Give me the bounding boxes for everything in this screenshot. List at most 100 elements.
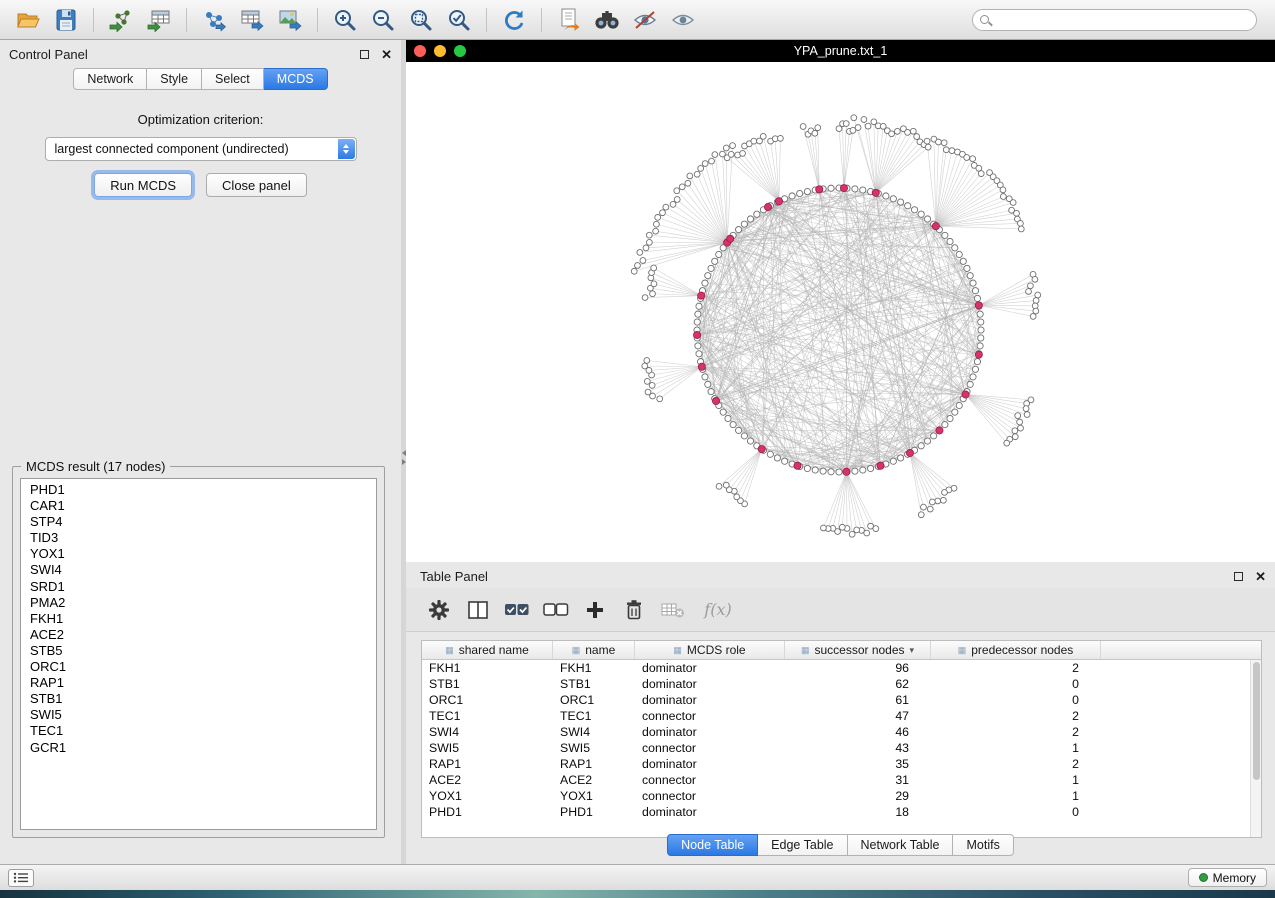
table-row[interactable]: RAP1RAP1dominator352 xyxy=(422,756,1250,772)
select-all-button[interactable] xyxy=(502,595,532,625)
save-session-button[interactable] xyxy=(48,5,84,35)
table-cell: connector xyxy=(635,789,785,803)
zoom-in-button[interactable] xyxy=(327,5,363,35)
export-image-icon xyxy=(277,8,303,32)
table-cell: 46 xyxy=(785,725,931,739)
table-row[interactable]: TEC1TEC1connector472 xyxy=(422,708,1250,724)
mcds-result-item[interactable]: ORC1 xyxy=(21,659,376,675)
table-row[interactable]: SWI4SWI4dominator462 xyxy=(422,724,1250,740)
table-panel-title: Table Panel xyxy=(420,569,488,584)
export-image-button[interactable] xyxy=(272,5,308,35)
table-tab-network-table[interactable]: Network Table xyxy=(848,834,954,856)
table-row[interactable]: PHD1PHD1dominator180 xyxy=(422,804,1250,820)
zoom-fit-icon xyxy=(408,7,434,33)
network-view[interactable] xyxy=(406,62,1275,562)
column-type-icon xyxy=(572,646,581,655)
table-cell: 2 xyxy=(931,757,1101,771)
optimization-criterion-select[interactable]: largest connected component (undirected) xyxy=(45,137,357,161)
import-network-button[interactable] xyxy=(103,5,139,35)
delete-table-button[interactable] xyxy=(658,595,688,625)
zoom-fit-button[interactable] xyxy=(403,5,439,35)
float-panel-icon[interactable] xyxy=(1234,572,1243,581)
run-mcds-button[interactable]: Run MCDS xyxy=(94,173,192,197)
mcds-result-item[interactable]: RAP1 xyxy=(21,675,376,691)
tab-style[interactable]: Style xyxy=(147,68,202,90)
table-row[interactable]: ACE2ACE2connector311 xyxy=(422,772,1250,788)
memory-button[interactable]: Memory xyxy=(1188,868,1267,887)
column-header-name[interactable]: name xyxy=(553,641,635,659)
mcds-result-item[interactable]: YOX1 xyxy=(21,546,376,562)
zoom-out-button[interactable] xyxy=(365,5,401,35)
mcds-result-item[interactable]: STB1 xyxy=(21,691,376,707)
tab-mcds[interactable]: MCDS xyxy=(264,68,328,90)
delete-column-button[interactable] xyxy=(619,595,649,625)
close-panel-button[interactable]: Close panel xyxy=(206,173,307,197)
copy-network-button[interactable] xyxy=(551,5,587,35)
mcds-result-item[interactable]: TEC1 xyxy=(21,723,376,739)
mcds-result-item[interactable]: GCR1 xyxy=(21,740,376,756)
scrollbar-thumb[interactable] xyxy=(1253,662,1260,780)
open-file-button[interactable] xyxy=(10,5,46,35)
table-tab-node-table[interactable]: Node Table xyxy=(667,834,758,856)
deselect-all-button[interactable] xyxy=(541,595,571,625)
table-settings-button[interactable] xyxy=(424,595,454,625)
float-panel-icon[interactable] xyxy=(360,50,369,59)
hide-graphics-details-button[interactable] xyxy=(627,5,663,35)
show-graphics-details-button[interactable] xyxy=(665,5,701,35)
export-table-button[interactable] xyxy=(234,5,270,35)
import-table-button[interactable] xyxy=(141,5,177,35)
table-row[interactable]: YOX1YOX1connector291 xyxy=(422,788,1250,804)
mcds-result-item[interactable]: STP4 xyxy=(21,514,376,530)
close-panel-icon[interactable]: ✕ xyxy=(381,48,392,61)
show-column-button[interactable] xyxy=(463,595,493,625)
mcds-result-item[interactable]: ACE2 xyxy=(21,627,376,643)
table-cell: 1 xyxy=(931,789,1101,803)
function-builder-button[interactable]: f(x) xyxy=(697,595,739,625)
zoom-selected-button[interactable] xyxy=(441,5,477,35)
optimization-criterion-label: Optimization criterion: xyxy=(0,112,401,127)
mcds-result-item[interactable]: STB5 xyxy=(21,643,376,659)
mcds-result-item[interactable]: FKH1 xyxy=(21,611,376,627)
columns-icon xyxy=(467,600,489,620)
control-panel-tabs: NetworkStyleSelectMCDS xyxy=(0,68,401,90)
create-column-button[interactable] xyxy=(580,595,610,625)
table-cell: 96 xyxy=(785,661,931,675)
mcds-result-item[interactable]: CAR1 xyxy=(21,498,376,514)
table-vertical-scrollbar[interactable] xyxy=(1250,660,1261,837)
column-header-shared-name[interactable]: shared name xyxy=(422,641,553,659)
column-header-predecessor-nodes[interactable]: predecessor nodes xyxy=(931,641,1101,659)
tab-select[interactable]: Select xyxy=(202,68,264,90)
copy-document-icon xyxy=(556,7,582,33)
network-window-titlebar[interactable]: YPA_prune.txt_1 xyxy=(406,40,1275,62)
refresh-view-button[interactable] xyxy=(496,5,532,35)
table-cell: 29 xyxy=(785,789,931,803)
mcds-result-item[interactable]: SWI4 xyxy=(21,562,376,578)
table-row[interactable]: ORC1ORC1dominator610 xyxy=(422,692,1250,708)
export-network-button[interactable] xyxy=(196,5,232,35)
mcds-result-list[interactable]: PHD1CAR1STP4TID3YOX1SWI4SRD1PMA2FKH1ACE2… xyxy=(20,478,377,830)
table-tab-motifs[interactable]: Motifs xyxy=(953,834,1013,856)
table-cell: FKH1 xyxy=(553,661,635,675)
global-search-field[interactable] xyxy=(972,9,1257,31)
task-history-button[interactable] xyxy=(8,869,34,887)
deselect-all-icon xyxy=(543,600,569,620)
search-network-button[interactable] xyxy=(589,5,625,35)
column-header-MCDS-role[interactable]: MCDS role xyxy=(635,641,785,659)
close-panel-icon[interactable]: ✕ xyxy=(1255,570,1266,583)
network-graph[interactable] xyxy=(406,62,1275,562)
table-cell: SWI4 xyxy=(422,725,553,739)
table-row[interactable]: STB1STB1dominator620 xyxy=(422,676,1250,692)
table-tab-edge-table[interactable]: Edge Table xyxy=(758,834,847,856)
network-window-title: YPA_prune.txt_1 xyxy=(406,44,1275,58)
tab-network[interactable]: Network xyxy=(73,68,147,90)
mcds-result-item[interactable]: PMA2 xyxy=(21,595,376,611)
mcds-result-item[interactable]: PHD1 xyxy=(21,482,376,498)
mcds-result-item[interactable]: SRD1 xyxy=(21,579,376,595)
column-header-successor-nodes[interactable]: successor nodes xyxy=(785,641,931,659)
search-input[interactable] xyxy=(994,13,1249,27)
mcds-result-item[interactable]: SWI5 xyxy=(21,707,376,723)
table-tabs-segment: Node TableEdge TableNetwork TableMotifs xyxy=(667,834,1014,856)
table-row[interactable]: SWI5SWI5connector431 xyxy=(422,740,1250,756)
mcds-result-item[interactable]: TID3 xyxy=(21,530,376,546)
table-row[interactable]: FKH1FKH1dominator962 xyxy=(422,660,1250,676)
